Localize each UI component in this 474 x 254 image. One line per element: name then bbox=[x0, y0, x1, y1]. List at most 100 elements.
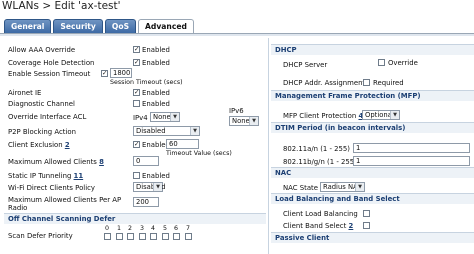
client-exclusion-checkbox[interactable] bbox=[133, 141, 140, 148]
diag-channel-value: Enabled bbox=[142, 100, 170, 108]
dhcp-assign-checkbox[interactable] bbox=[363, 79, 370, 86]
nac-header: NAC bbox=[275, 169, 292, 177]
load-balancing-checkbox[interactable] bbox=[363, 210, 370, 217]
band-select-label: Client Band Select 2 bbox=[283, 222, 353, 230]
static-ip-label: Static IP Tunneling 11 bbox=[8, 172, 83, 180]
coverage-hole-label: Coverage Hole Detection bbox=[8, 59, 95, 67]
static-ip-footnote-link[interactable]: 11 bbox=[74, 172, 84, 180]
aironet-label: Aironet IE bbox=[8, 89, 42, 97]
diag-channel-checkbox[interactable] bbox=[133, 100, 140, 107]
wifi-direct-label: Wi-Fi Direct Clients Policy bbox=[8, 184, 95, 192]
ipv4-acl-select[interactable]: None ▼ bbox=[150, 112, 180, 122]
static-ip-checkbox[interactable] bbox=[133, 172, 140, 179]
dhcp-server-value: Override bbox=[388, 59, 418, 67]
scan-priority-digit-label: 6 bbox=[174, 225, 179, 232]
static-ip-text: Static IP Tunneling bbox=[8, 172, 72, 180]
max-clients-text: Maximum Allowed Clients bbox=[8, 158, 97, 166]
scan-priority-digit-label: 3 bbox=[140, 225, 145, 232]
session-timeout-label: Enable Session Timeout bbox=[8, 70, 91, 78]
scan-priority-digit-label: 2 bbox=[128, 225, 133, 232]
max-clients-input[interactable]: 0 bbox=[133, 156, 159, 166]
band-select-checkbox[interactable] bbox=[363, 222, 370, 229]
lb-header: Load Balancing and Band Select bbox=[275, 195, 400, 203]
max-clients-footnote-link[interactable]: 8 bbox=[99, 158, 104, 166]
session-timeout-unit: Session Timeout (secs) bbox=[110, 79, 183, 86]
tab-advanced[interactable]: Advanced bbox=[138, 19, 194, 33]
dhcp-server-checkbox[interactable] bbox=[378, 59, 385, 66]
allow-aaa-label: Allow AAA Override bbox=[8, 46, 76, 54]
coverage-hole-value: Enabled bbox=[142, 59, 170, 67]
scan-priority-digit-label: 4 bbox=[151, 225, 156, 232]
nac-band bbox=[271, 167, 474, 178]
tab-qos[interactable]: QoS bbox=[104, 19, 137, 33]
dtim-b-label: 802.11b/g/n (1 - 255) bbox=[283, 158, 357, 166]
allow-aaa-value: Enabled bbox=[142, 46, 170, 54]
dtim-b-input[interactable]: 1 bbox=[353, 156, 470, 166]
client-exclusion-label: Client Exclusion 2 bbox=[8, 141, 70, 149]
mfp-select[interactable]: Optional ▼ bbox=[362, 110, 400, 120]
chevron-down-icon: ▼ bbox=[190, 127, 199, 135]
dhcp-header: DHCP bbox=[275, 46, 297, 54]
p2p-select[interactable]: Disabled ▼ bbox=[133, 126, 200, 136]
chevron-down-icon: ▼ bbox=[170, 113, 179, 121]
chevron-down-icon: ▼ bbox=[390, 111, 399, 119]
dhcp-server-label: DHCP Server bbox=[283, 61, 328, 69]
max-per-ap-label-line2: Radio bbox=[8, 204, 28, 212]
diag-channel-label: Diagnostic Channel bbox=[8, 100, 75, 108]
band-select-footnote-link[interactable]: 2 bbox=[348, 222, 353, 230]
client-exclusion-text: Client Exclusion bbox=[8, 141, 63, 149]
ipv6-acl-value: None bbox=[232, 117, 250, 125]
dhcp-assign-label: DHCP Addr. Assignment bbox=[283, 79, 366, 87]
tab-security[interactable]: Security bbox=[53, 19, 103, 33]
page-title: WLANs > Edit 'ax-test' bbox=[2, 0, 121, 12]
scan-priority-checkbox[interactable] bbox=[116, 233, 123, 240]
chevron-down-icon: ▼ bbox=[153, 183, 162, 191]
allow-aaa-checkbox[interactable] bbox=[133, 46, 140, 53]
max-clients-label: Maximum Allowed Clients 8 bbox=[8, 158, 104, 166]
ipv4-label: IPv4 bbox=[133, 114, 148, 122]
tab-bar: General Security QoS Advanced bbox=[4, 19, 194, 33]
ipv6-acl-select[interactable]: None ▼ bbox=[229, 116, 259, 126]
session-timeout-input[interactable]: 1800 bbox=[110, 68, 132, 78]
nac-label: NAC State bbox=[283, 184, 318, 192]
scan-priority-label: Scan Defer Priority bbox=[8, 232, 73, 240]
static-ip-value: Enabled bbox=[142, 172, 170, 180]
ipv6-label: IPv6 bbox=[229, 107, 244, 115]
scan-priority-checkbox[interactable] bbox=[185, 233, 192, 240]
scan-priority-checkbox[interactable] bbox=[162, 233, 169, 240]
load-balancing-label: Client Load Balancing bbox=[283, 210, 358, 218]
timeout-value-input[interactable]: 60 bbox=[166, 139, 199, 149]
nac-select[interactable]: Radius NAC ▼ bbox=[320, 182, 365, 192]
scan-priority-checkbox[interactable] bbox=[104, 233, 111, 240]
scan-priority-digit-label: 0 bbox=[105, 225, 110, 232]
scan-priority-digit-label: 1 bbox=[117, 225, 122, 232]
scan-priority-digit-label: 5 bbox=[163, 225, 168, 232]
aironet-checkbox[interactable] bbox=[133, 89, 140, 96]
override-acl-label: Override Interface ACL bbox=[8, 113, 87, 121]
coverage-hole-checkbox[interactable] bbox=[133, 59, 140, 66]
tab-underline bbox=[0, 33, 474, 36]
wifi-direct-select[interactable]: Disabled ▼ bbox=[133, 182, 166, 192]
scan-priority-checkbox[interactable] bbox=[127, 233, 134, 240]
p2p-value: Disabled bbox=[136, 127, 166, 135]
scan-priority-checkbox[interactable] bbox=[139, 233, 146, 240]
chevron-down-icon: ▼ bbox=[249, 117, 258, 125]
dtim-header: DTIM Period (in beacon intervals) bbox=[275, 124, 406, 132]
max-per-ap-input[interactable]: 200 bbox=[133, 197, 159, 207]
dtim-a-input[interactable]: 1 bbox=[353, 143, 470, 153]
scan-priority-checkbox[interactable] bbox=[150, 233, 157, 240]
dhcp-band bbox=[271, 44, 474, 55]
dtim-a-label: 802.11a/n (1 - 255) bbox=[283, 145, 350, 153]
ipv4-acl-value: None bbox=[153, 113, 171, 121]
p2p-label: P2P Blocking Action bbox=[8, 128, 76, 136]
band-select-text: Client Band Select bbox=[283, 222, 347, 230]
tab-general[interactable]: General bbox=[4, 19, 52, 33]
column-divider bbox=[268, 38, 269, 254]
mfp-label: MFP Client Protection 4 bbox=[283, 112, 363, 120]
max-per-ap-label: Maximum Allowed Clients Per AP bbox=[8, 196, 122, 204]
scan-priority-checkbox[interactable] bbox=[173, 233, 180, 240]
wlan-edit-page: WLANs > Edit 'ax-test' General Security … bbox=[0, 0, 474, 254]
session-timeout-checkbox[interactable] bbox=[101, 70, 108, 77]
mfp-text: MFP Client Protection bbox=[283, 112, 357, 120]
client-exclusion-footnote-link[interactable]: 2 bbox=[65, 141, 70, 149]
